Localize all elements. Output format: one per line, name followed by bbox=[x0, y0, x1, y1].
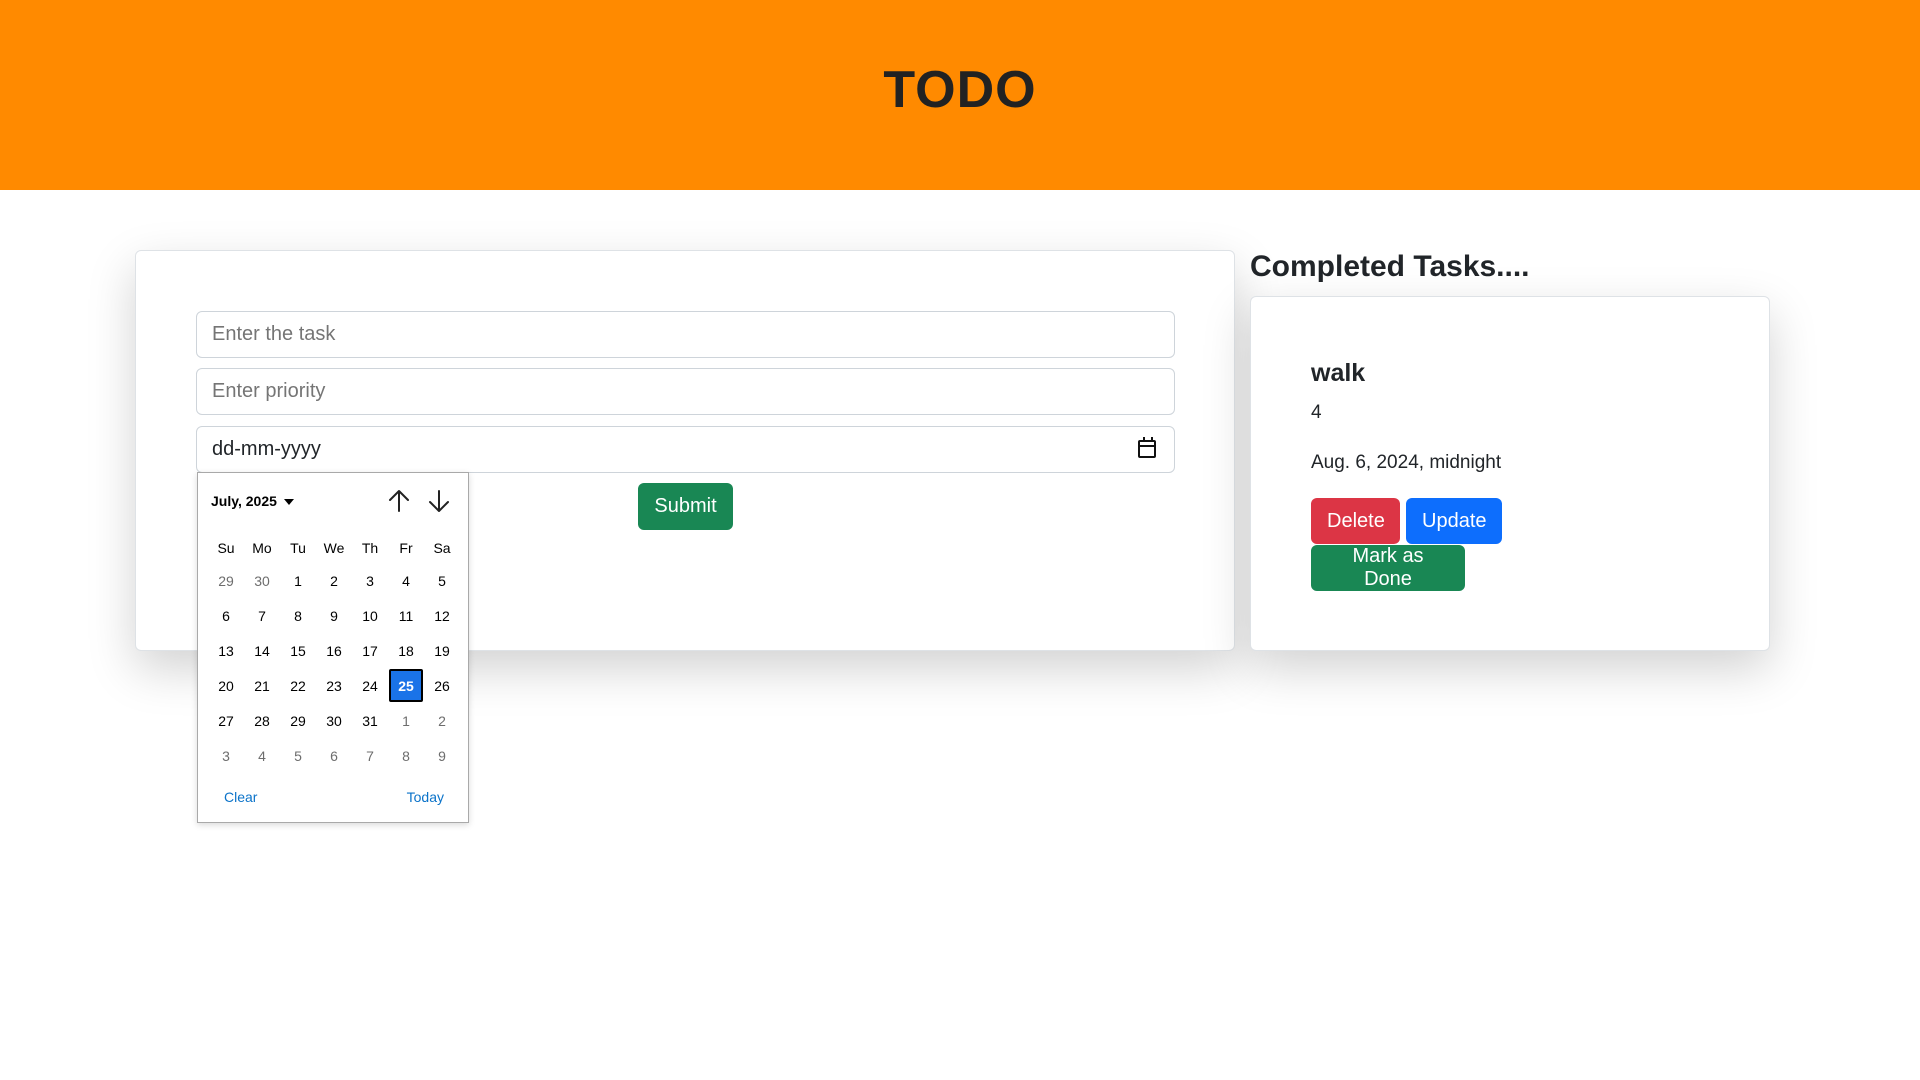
calendar-day[interactable]: 9 bbox=[424, 738, 460, 773]
calendar-day[interactable]: 18 bbox=[388, 633, 424, 668]
calendar-week-row: 20 21 22 23 24 25 26 bbox=[208, 668, 460, 703]
calendar-day[interactable]: 1 bbox=[280, 563, 316, 598]
task-card: walk 4 Aug. 6, 2024, midnight Delete Upd… bbox=[1250, 296, 1770, 651]
weekday-label: Fr bbox=[399, 540, 413, 556]
calendar-day[interactable]: 19 bbox=[424, 633, 460, 668]
calendar-day[interactable]: 5 bbox=[280, 738, 316, 773]
clear-button[interactable]: Clear bbox=[224, 789, 257, 805]
month-year-label: July, 2025 bbox=[211, 493, 277, 509]
calendar-day[interactable]: 22 bbox=[280, 668, 316, 703]
calendar-day[interactable]: 13 bbox=[208, 633, 244, 668]
calendar-day-selected[interactable]: 25 bbox=[389, 669, 423, 702]
update-button[interactable]: Update bbox=[1406, 498, 1502, 544]
calendar-day[interactable]: 30 bbox=[316, 703, 352, 738]
calendar-day[interactable]: 9 bbox=[316, 598, 352, 633]
weekday-label: We bbox=[323, 540, 345, 556]
calendar-day[interactable]: 6 bbox=[316, 738, 352, 773]
date-input-value: dd-mm-yyyy bbox=[212, 438, 321, 460]
calendar-grid: Su Mo Tu We Th Fr Sa 29 30 1 2 3 4 5 6 7 8 9 10 11 12 13 14 15 1… bbox=[208, 533, 460, 773]
calendar-day[interactable]: 3 bbox=[352, 563, 388, 598]
arrow-up-icon[interactable] bbox=[385, 487, 413, 515]
task-priority: 4 bbox=[1311, 402, 1322, 423]
calendar-day[interactable]: 4 bbox=[388, 563, 424, 598]
calendar-day[interactable]: 11 bbox=[388, 598, 424, 633]
calendar-icon[interactable] bbox=[1138, 437, 1156, 458]
task-date: Aug. 6, 2024, midnight bbox=[1311, 452, 1502, 473]
calendar-day[interactable]: 17 bbox=[352, 633, 388, 668]
weekday-label: Tu bbox=[290, 540, 306, 556]
calendar-day[interactable]: 29 bbox=[280, 703, 316, 738]
calendar-day[interactable]: 15 bbox=[280, 633, 316, 668]
calendar-day[interactable]: 24 bbox=[352, 668, 388, 703]
calendar-day[interactable]: 1 bbox=[388, 703, 424, 738]
calendar-day[interactable]: 28 bbox=[244, 703, 280, 738]
mark-as-done-button[interactable]: Mark as Done bbox=[1311, 545, 1465, 591]
calendar-day[interactable]: 5 bbox=[424, 563, 460, 598]
weekday-label: Th bbox=[361, 540, 379, 556]
calendar-day[interactable]: 2 bbox=[424, 703, 460, 738]
task-name: walk bbox=[1311, 359, 1366, 387]
calendar-week-row: 27 28 29 30 31 1 2 bbox=[208, 703, 460, 738]
calendar-day[interactable]: 2 bbox=[316, 563, 352, 598]
weekday-label: Sa bbox=[433, 540, 451, 556]
calendar-day[interactable]: 14 bbox=[244, 633, 280, 668]
calendar-day[interactable]: 4 bbox=[244, 738, 280, 773]
delete-button[interactable]: Delete bbox=[1311, 498, 1400, 544]
date-input[interactable]: dd-mm-yyyy bbox=[196, 426, 1175, 473]
calendar-week-row: 29 30 1 2 3 4 5 bbox=[208, 563, 460, 598]
calendar-week-row: 3456789 bbox=[208, 738, 460, 773]
calendar-day[interactable]: 8 bbox=[388, 738, 424, 773]
weekday-label: Su bbox=[217, 540, 235, 556]
date-picker-popup: July, 2025 Su Mo Tu We Th Fr Sa 29 30 1 2 3 4 5 6 7 8 9 10… bbox=[197, 472, 469, 823]
calendar-day[interactable]: 6 bbox=[208, 598, 244, 633]
calendar-day[interactable]: 26 bbox=[424, 668, 460, 703]
calendar-week-row: 13 14 15 16 17 18 19 bbox=[208, 633, 460, 668]
weekday-header-row: Su Mo Tu We Th Fr Sa bbox=[208, 533, 460, 563]
calendar-day[interactable]: 10 bbox=[352, 598, 388, 633]
calendar-day[interactable]: 8 bbox=[280, 598, 316, 633]
month-year-selector[interactable]: July, 2025 bbox=[211, 493, 294, 509]
calendar-day[interactable]: 12 bbox=[424, 598, 460, 633]
calendar-day[interactable]: 27 bbox=[208, 703, 244, 738]
calendar-day[interactable]: 20 bbox=[208, 668, 244, 703]
calendar-day[interactable]: 16 bbox=[316, 633, 352, 668]
task-input[interactable] bbox=[196, 311, 1175, 358]
app-header: TODO bbox=[0, 0, 1920, 190]
today-button[interactable]: Today bbox=[407, 789, 444, 805]
calendar-day[interactable]: 3 bbox=[208, 738, 244, 773]
calendar-day[interactable]: 23 bbox=[316, 668, 352, 703]
page-title: TODO bbox=[883, 61, 1037, 119]
arrow-down-icon[interactable] bbox=[425, 487, 453, 515]
calendar-day[interactable]: 31 bbox=[352, 703, 388, 738]
weekday-label: Mo bbox=[252, 540, 272, 556]
calendar-day[interactable]: 29 bbox=[208, 563, 244, 598]
calendar-day[interactable]: 7 bbox=[352, 738, 388, 773]
priority-input[interactable] bbox=[196, 368, 1175, 415]
caret-down-icon bbox=[283, 499, 294, 506]
calendar-week-row: 6 7 8 9 10 11 12 bbox=[208, 598, 460, 633]
calendar-day[interactable]: 30 bbox=[244, 563, 280, 598]
submit-button[interactable]: Submit bbox=[638, 483, 733, 530]
completed-tasks-heading: Completed Tasks.... bbox=[1250, 250, 1530, 283]
calendar-day[interactable]: 7 bbox=[244, 598, 280, 633]
calendar-day[interactable]: 21 bbox=[244, 668, 280, 703]
